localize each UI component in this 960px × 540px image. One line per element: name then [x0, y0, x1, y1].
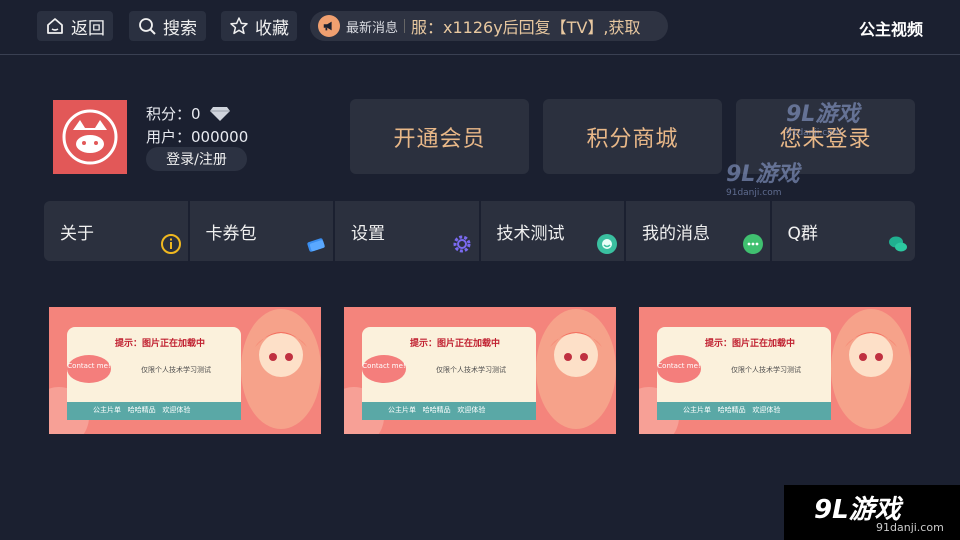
- info-icon: [160, 234, 181, 254]
- watermark-brand: 9L游戏: [726, 162, 800, 187]
- search-label: 搜索: [163, 18, 197, 39]
- wechat-icon: [889, 236, 907, 252]
- app-title: 公主视频: [858, 20, 923, 39]
- search-button[interactable]: 搜索: [129, 11, 206, 41]
- back-button[interactable]: 返回: [37, 11, 113, 41]
- banner-card[interactable]: [49, 307, 321, 434]
- search-icon: [139, 18, 156, 35]
- top-bar: 返回 搜索 收藏 最新消息 服：x1126y后回复【TV】,获取 公主视频: [0, 0, 960, 55]
- menu-item-label: 设置: [351, 224, 385, 244]
- watermark: 9L游戏 91danji.com: [726, 156, 799, 198]
- login-register-button[interactable]: 登录/注册: [146, 147, 247, 171]
- points-label: 积分：0: [146, 105, 201, 123]
- news-label: 最新消息: [346, 20, 399, 36]
- menu-item-tech-test[interactable]: 技术测试: [481, 201, 626, 261]
- watermark-site: 91danji.com: [876, 521, 944, 534]
- watermark-site: 91danji.com: [726, 188, 782, 198]
- chat-icon: [742, 234, 763, 254]
- points-row: 积分：0: [146, 103, 231, 124]
- star-icon: [230, 17, 248, 35]
- favorite-button[interactable]: 收藏: [221, 11, 297, 41]
- banner-illustration: [639, 307, 911, 434]
- smile-icon: [597, 234, 617, 254]
- favorite-label: 收藏: [255, 18, 289, 39]
- watermark-corner: 9L游戏 91danji.com: [784, 485, 960, 540]
- menu-item-label: 我的消息: [642, 224, 710, 244]
- ticket-icon: [307, 238, 325, 252]
- diamond-icon: [209, 106, 230, 121]
- menu-item-label: Q群: [787, 224, 818, 244]
- menu-item-label: 技术测试: [496, 224, 565, 244]
- menu-item-label: 卡券包: [205, 224, 257, 244]
- banner-illustration: [49, 307, 321, 434]
- watermark-site: 91danji.com: [786, 128, 842, 138]
- banner-illustration: [344, 307, 616, 434]
- menu-item-label: 关于: [60, 224, 94, 244]
- watermark: 9L游戏 91danji.com: [786, 96, 859, 138]
- menu-item-coupons[interactable]: 卡券包: [190, 201, 335, 261]
- avatar[interactable]: [53, 100, 127, 174]
- news-text: 服：x1126y后回复【TV】,获取: [411, 18, 641, 37]
- avatar-logo-icon: [62, 109, 118, 165]
- banner-card[interactable]: [639, 307, 911, 434]
- menu-item-qq-group[interactable]: Q群: [772, 201, 916, 261]
- watermark-brand: 9L游戏: [786, 102, 860, 127]
- menu-item-settings[interactable]: 设置: [335, 201, 481, 261]
- menu-row: 关于 卡券包 设置 技术测试 我的消息 Q群: [44, 201, 915, 261]
- news-ticker[interactable]: 最新消息 服：x1126y后回复【TV】,获取: [310, 11, 668, 41]
- megaphone-icon: [318, 15, 340, 37]
- menu-item-messages[interactable]: 我的消息: [626, 201, 772, 261]
- banner-card[interactable]: [344, 307, 616, 434]
- user-id-label: 用户：000000: [146, 128, 249, 146]
- points-shop-button[interactable]: 积分商城: [543, 99, 722, 174]
- gear-icon: [453, 235, 470, 253]
- home-icon: [47, 18, 63, 34]
- menu-item-about[interactable]: 关于: [44, 201, 190, 261]
- back-label: 返回: [71, 18, 105, 39]
- news-divider: [404, 19, 406, 33]
- vip-button[interactable]: 开通会员: [350, 99, 529, 174]
